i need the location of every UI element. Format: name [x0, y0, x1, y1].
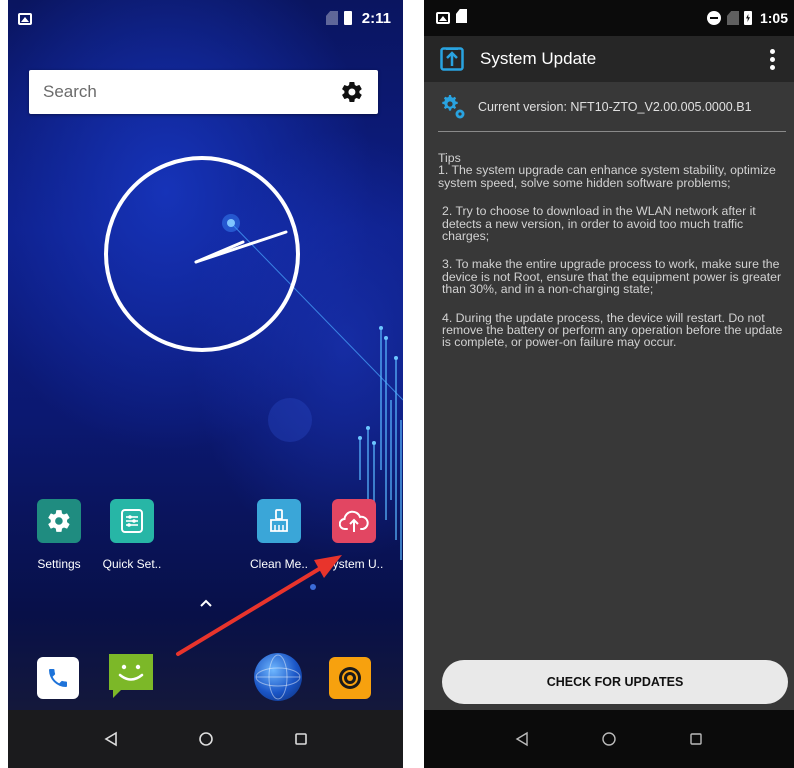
dock-messaging[interactable] — [107, 652, 155, 700]
system-update-screen: 1:05 System Update Current version: NFT1… — [424, 0, 794, 768]
home-icon[interactable] — [198, 731, 214, 747]
back-icon[interactable] — [514, 731, 530, 747]
app-label: Quick Set.. — [102, 557, 162, 571]
app-clean-memory[interactable]: Clean Me.. — [239, 499, 319, 571]
clean-memory-broom-icon — [270, 509, 288, 532]
phone-icon — [49, 669, 67, 687]
quick-settings-icon — [121, 509, 143, 533]
clean-memory-tile[interactable] — [257, 499, 301, 543]
status-bar: 1:05 — [424, 0, 794, 36]
settings-tile[interactable] — [37, 499, 81, 543]
tip-item: 2. Try to choose to download in the WLAN… — [442, 204, 756, 244]
do-not-disturb-icon — [707, 11, 721, 25]
app-settings[interactable]: Settings — [19, 499, 99, 571]
app-label: Settings — [37, 557, 81, 571]
navigation-bar — [8, 710, 403, 768]
home-screen: 2:11 Search Settings Quick Set.. Clean M… — [8, 0, 403, 768]
app-label: System U.. — [324, 557, 384, 571]
camera-icon — [339, 667, 361, 689]
status-bar: 2:11 — [8, 0, 403, 36]
messaging-icon — [109, 654, 153, 698]
no-sim-icon — [326, 11, 338, 25]
quick-settings-tile[interactable] — [110, 499, 154, 543]
home-icon[interactable] — [601, 731, 617, 747]
more-options-icon[interactable] — [766, 48, 778, 70]
tip-item: 4. During the update process, the device… — [442, 310, 783, 350]
app-drawer-chevron-icon[interactable] — [198, 597, 214, 609]
system-update-tile[interactable] — [332, 499, 376, 543]
tip-item: 3. To make the entire upgrade process to… — [442, 257, 782, 297]
divider — [438, 131, 786, 132]
current-version-text: Current version: NFT10-ZTO_V2.00.005.000… — [478, 100, 752, 114]
tip-item: 1. The system upgrade can enhance system… — [438, 163, 776, 190]
toolbar: System Update — [424, 36, 794, 82]
settings-gear-icon — [48, 510, 70, 532]
status-time: 1:05 — [759, 10, 788, 26]
recents-icon[interactable] — [293, 731, 309, 747]
dock-browser[interactable] — [254, 653, 302, 701]
system-update-app-icon — [440, 47, 464, 71]
dock-phone[interactable] — [37, 657, 79, 699]
image-notification-icon — [18, 13, 32, 25]
battery-icon — [344, 11, 352, 25]
current-version-row: Current version: NFT10-ZTO_V2.00.005.000… — [440, 94, 784, 120]
check-for-updates-button[interactable]: CHECK FOR UPDATES — [442, 660, 788, 704]
gears-icon — [442, 95, 465, 119]
image-notification-icon — [436, 12, 450, 24]
sd-card-icon — [456, 9, 467, 23]
search-placeholder[interactable]: Search — [43, 82, 340, 102]
browser-globe-icon — [255, 654, 301, 700]
tips-section: Tips 1. The system upgrade can enhance s… — [438, 152, 784, 365]
battery-charging-icon — [744, 11, 752, 25]
status-time: 2:11 — [361, 10, 391, 27]
dock-camera[interactable] — [329, 657, 371, 699]
back-icon[interactable] — [103, 731, 119, 747]
recents-icon[interactable] — [688, 731, 704, 747]
navigation-bar — [424, 710, 794, 768]
app-quick-settings[interactable]: Quick Set.. — [92, 499, 172, 571]
app-label: Clean Me.. — [249, 557, 309, 571]
app-system-update[interactable]: System U.. — [314, 499, 394, 571]
no-sim-icon — [727, 11, 739, 25]
page-indicator-dot — [310, 584, 316, 590]
cloud-upload-icon — [339, 510, 369, 532]
analog-clock-widget[interactable] — [104, 156, 300, 352]
page-title: System Update — [480, 49, 597, 68]
gear-icon[interactable] — [340, 80, 364, 104]
wallpaper-decoration — [222, 214, 403, 560]
search-bar[interactable]: Search — [29, 70, 378, 114]
